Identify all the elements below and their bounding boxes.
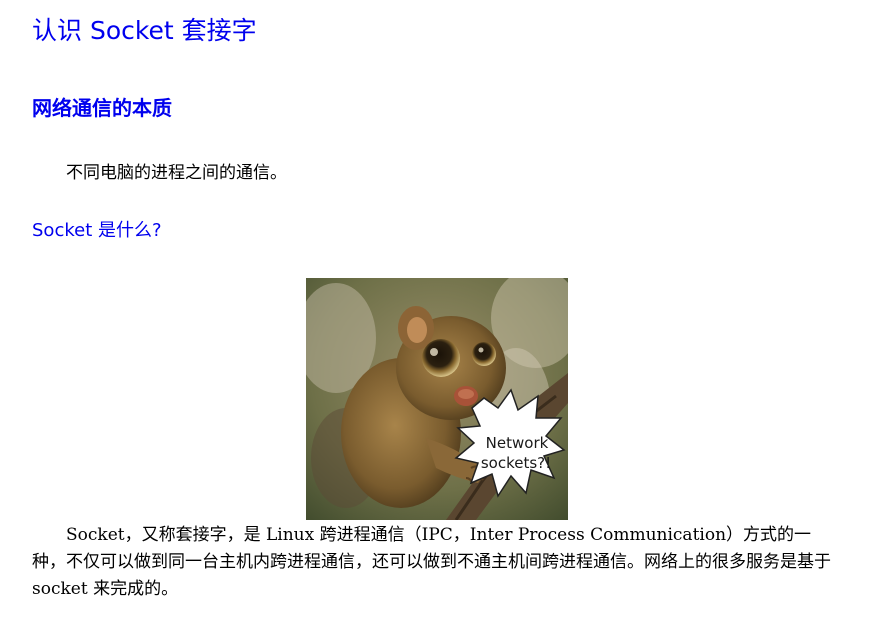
section-heading: 网络通信的本质 bbox=[32, 96, 172, 120]
document-page: 认识 Socket 套接字 网络通信的本质 不同电脑的进程之间的通信。 Sock… bbox=[0, 0, 869, 641]
section-paragraph: 不同电脑的进程之间的通信。 bbox=[66, 163, 287, 183]
bubble-text-line2: sockets?! bbox=[481, 454, 551, 472]
tarsier-image: Network sockets?! bbox=[306, 278, 568, 520]
subsection-heading: Socket 是什么? bbox=[32, 220, 162, 241]
body-paragraph: Socket，又称套接字，是 Linux 跨进程通信（IPC，Inter Pro… bbox=[32, 525, 831, 599]
bubble-text-line1: Network bbox=[486, 434, 549, 452]
page-title: 认识 Socket 套接字 bbox=[32, 16, 257, 45]
